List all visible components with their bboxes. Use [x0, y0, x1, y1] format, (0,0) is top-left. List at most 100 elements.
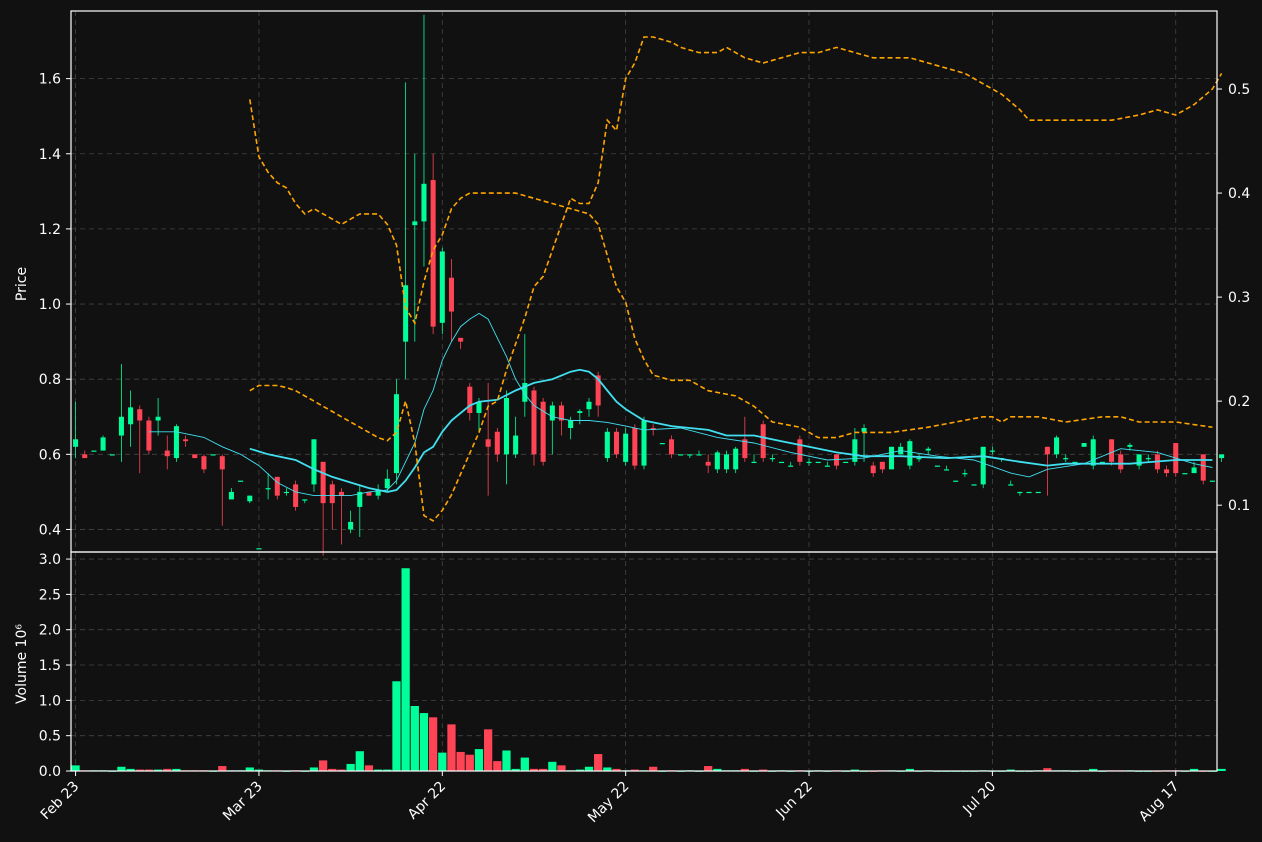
candle-body	[696, 454, 702, 456]
candle-body	[293, 484, 299, 507]
candle-body	[274, 476, 280, 496]
candle-body	[338, 491, 344, 496]
volume-bar	[548, 761, 557, 771]
volume-tick-label: 0.5	[39, 729, 61, 745]
volume-bar	[392, 681, 401, 771]
volume-bar	[438, 752, 447, 771]
candle-body	[238, 480, 244, 482]
price-tick-label: 0.8	[39, 372, 61, 388]
candle-body	[430, 180, 436, 327]
candle-body	[283, 491, 289, 494]
volume-bar	[419, 713, 429, 771]
volume-axis-label: Volume 10⁶	[14, 624, 30, 704]
candle-body	[1118, 454, 1124, 470]
candle-body	[467, 386, 473, 413]
candle-body	[843, 461, 849, 464]
candle-body	[659, 443, 665, 445]
candle-body	[678, 454, 684, 456]
candle-body	[1164, 469, 1170, 474]
volume-bar	[456, 751, 465, 771]
candle-body	[302, 499, 308, 501]
volume-bar	[502, 750, 511, 771]
price-tick-label: 0.6	[39, 447, 61, 463]
candle-body	[1090, 439, 1096, 466]
candle-body	[861, 428, 867, 432]
volume-bar	[520, 757, 529, 771]
volume-tick-label: 2.0	[39, 623, 61, 639]
candle-body	[1191, 467, 1197, 474]
volume-bar	[346, 763, 355, 771]
candle-body	[256, 548, 262, 550]
volume-bar	[318, 760, 328, 771]
candle-body	[916, 458, 922, 460]
candle-body	[476, 401, 482, 413]
candle-body	[586, 401, 592, 410]
candle-body	[128, 407, 134, 425]
candle-body	[751, 461, 757, 464]
volume-bar	[218, 766, 227, 771]
candle-body	[1182, 473, 1188, 475]
candle-body	[247, 495, 253, 502]
candle-body	[971, 484, 977, 486]
candle-body	[1063, 458, 1069, 460]
candle-body	[192, 454, 198, 459]
candle-body	[1035, 491, 1041, 494]
candle-body	[329, 484, 335, 504]
right-tick-label: 0.4	[1228, 186, 1250, 202]
candle-body	[568, 420, 574, 429]
candle-body	[613, 431, 620, 455]
candle-body	[760, 424, 766, 459]
candle-body	[210, 454, 216, 456]
candle-body	[889, 446, 895, 470]
candle-body	[723, 454, 730, 470]
candle-body	[1219, 454, 1225, 459]
candle-body	[146, 420, 152, 451]
candle-body	[962, 473, 968, 475]
candle-body	[137, 409, 143, 421]
candle-body	[265, 488, 271, 490]
volume-bar	[355, 751, 364, 771]
candle-body	[91, 450, 97, 452]
price-tick-label: 1.0	[39, 297, 61, 313]
volume-bar	[484, 729, 493, 771]
candle-body	[806, 461, 812, 464]
candle-body	[1044, 446, 1050, 455]
price-tick-label: 0.4	[39, 522, 61, 538]
volume-bar	[401, 568, 410, 771]
candle-body	[531, 390, 537, 455]
volume-tick-label: 0.0	[39, 764, 61, 780]
right-tick-label: 0.2	[1228, 394, 1250, 410]
candle-body	[705, 461, 711, 466]
candle-body	[384, 478, 390, 489]
right-tick-label: 0.1	[1228, 498, 1250, 514]
candle-body	[733, 448, 739, 470]
right-tick-label: 0.5	[1228, 82, 1250, 98]
volume-bar	[465, 754, 474, 771]
volume-bar	[474, 749, 484, 771]
volume-tick-label: 2.5	[39, 587, 61, 603]
candle-body	[164, 450, 170, 457]
candle-body	[934, 465, 940, 467]
volume-bar	[493, 761, 502, 771]
candle-body	[109, 454, 115, 456]
candle-body	[549, 405, 555, 421]
candle-body	[668, 439, 675, 455]
volume-bar	[594, 754, 603, 771]
volume-bar	[1217, 768, 1226, 771]
candle-body	[1127, 444, 1133, 447]
volume-bar	[704, 766, 713, 771]
candle-body	[228, 491, 234, 500]
candle-body	[1109, 439, 1115, 462]
candle-body	[412, 221, 418, 226]
candle-body	[513, 435, 519, 455]
volume-tick-label: 1.5	[39, 658, 61, 674]
candle-body	[1026, 491, 1032, 494]
volume-bar	[649, 766, 658, 771]
candle-body	[100, 437, 106, 451]
price-tick-label: 1.4	[39, 147, 61, 163]
chart-background	[0, 0, 1262, 842]
candle-body	[201, 456, 207, 470]
volume-bar	[584, 766, 594, 771]
candle-body	[824, 465, 830, 467]
volume-bar	[71, 765, 80, 771]
